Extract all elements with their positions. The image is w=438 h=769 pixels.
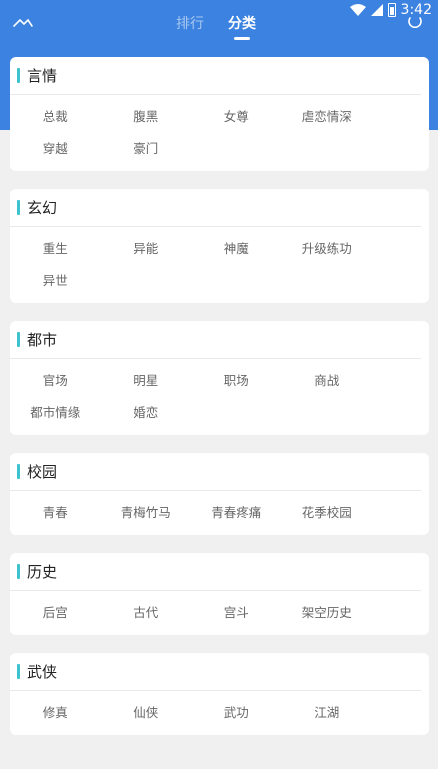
category-tag[interactable]: 商战 [282, 365, 373, 397]
category-tag[interactable]: 穿越 [10, 133, 101, 165]
accent-bar [17, 664, 20, 679]
category-tag[interactable]: 修真 [10, 697, 101, 729]
category-title: 历史 [27, 563, 58, 581]
category-card: 校园青春 青梅竹马 青春疼痛 花季校园 [10, 453, 429, 535]
accent-bar [17, 200, 20, 215]
category-tag[interactable]: 腹黑 [101, 101, 192, 133]
accent-bar [17, 332, 20, 347]
category-card: 历史后宫 古代 宫斗 架空历史 [10, 553, 429, 635]
category-tag[interactable]: 异世 [10, 265, 101, 297]
category-tag[interactable]: 仙侠 [101, 697, 192, 729]
category-card: 武侠修真 仙侠 武功 江湖 [10, 653, 429, 735]
category-tag[interactable]: 后宫 [10, 597, 101, 629]
category-tag[interactable]: 青春 [10, 497, 101, 529]
tag-grid: 官场 明星 职场 商战都市情缘 婚恋 [10, 359, 429, 435]
category-tag[interactable]: 重生 [10, 233, 101, 265]
accent-bar [17, 68, 20, 83]
top-bar: 排行 分类 [0, 14, 438, 44]
category-tag[interactable]: 青梅竹马 [101, 497, 192, 529]
category-tag[interactable]: 婚恋 [101, 397, 192, 429]
category-tag[interactable]: 异能 [101, 233, 192, 265]
category-card-header: 言情 [10, 57, 421, 95]
category-title: 玄幻 [27, 199, 58, 217]
category-card: 都市官场 明星 职场 商战都市情缘 婚恋 [10, 321, 429, 435]
header-tabs: 排行 分类 [176, 14, 256, 38]
category-title: 言情 [27, 67, 58, 85]
category-list: 言情总裁 腹黑 女尊 虐恋情深穿越 豪门玄幻重生 异能 神魔 升级练功异世都市官场 明星 职场 商战… [10, 57, 429, 753]
category-card-header: 历史 [10, 553, 421, 591]
category-tag[interactable]: 古代 [101, 597, 192, 629]
category-tag[interactable]: 武功 [191, 697, 282, 729]
category-card-header: 校园 [10, 453, 421, 491]
category-tag[interactable]: 职场 [191, 365, 282, 397]
tag-grid: 重生 异能 神魔 升级练功异世 [10, 227, 429, 303]
category-card-header: 武侠 [10, 653, 421, 691]
tab-ranking[interactable]: 排行 [176, 14, 204, 38]
category-tag[interactable]: 总裁 [10, 101, 101, 133]
category-title: 武侠 [27, 663, 58, 681]
category-card-header: 都市 [10, 321, 421, 359]
category-title: 校园 [27, 463, 58, 481]
accent-bar [17, 564, 20, 579]
category-tag[interactable]: 升级练功 [282, 233, 373, 265]
accent-bar [17, 464, 20, 479]
category-tag[interactable]: 架空历史 [282, 597, 373, 629]
back-icon[interactable] [12, 16, 34, 34]
category-card: 言情总裁 腹黑 女尊 虐恋情深穿越 豪门 [10, 57, 429, 171]
category-card: 玄幻重生 异能 神魔 升级练功异世 [10, 189, 429, 303]
tag-grid: 修真 仙侠 武功 江湖 [10, 691, 429, 735]
category-tag[interactable]: 豪门 [101, 133, 192, 165]
tag-grid: 青春 青梅竹马 青春疼痛 花季校园 [10, 491, 429, 535]
category-tag[interactable]: 青春疼痛 [191, 497, 282, 529]
tag-grid: 后宫 古代 宫斗 架空历史 [10, 591, 429, 635]
tag-grid: 总裁 腹黑 女尊 虐恋情深穿越 豪门 [10, 95, 429, 171]
category-card-header: 玄幻 [10, 189, 421, 227]
category-tag[interactable]: 女尊 [191, 101, 282, 133]
category-tag[interactable]: 官场 [10, 365, 101, 397]
category-tag[interactable]: 花季校园 [282, 497, 373, 529]
search-icon[interactable] [408, 14, 422, 28]
category-tag[interactable]: 神魔 [191, 233, 282, 265]
tab-category[interactable]: 分类 [228, 14, 256, 38]
category-tag[interactable]: 都市情缘 [10, 397, 101, 429]
category-tag[interactable]: 虐恋情深 [282, 101, 373, 133]
category-title: 都市 [27, 331, 58, 349]
category-tag[interactable]: 明星 [101, 365, 192, 397]
category-tag[interactable]: 江湖 [282, 697, 373, 729]
category-tag[interactable]: 宫斗 [191, 597, 282, 629]
